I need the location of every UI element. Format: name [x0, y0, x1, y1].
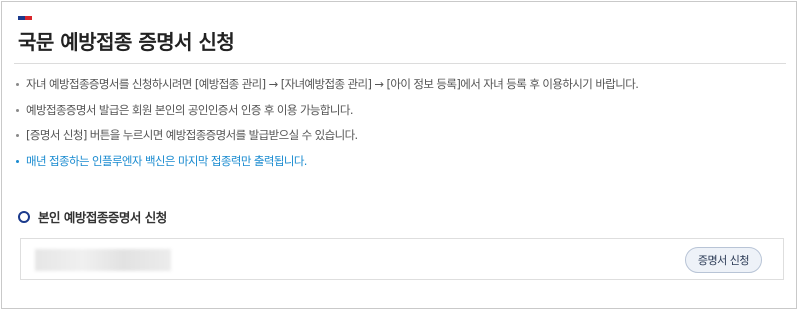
bullet-icon — [16, 134, 19, 137]
section-title: 본인 예방접종증명서 신청 — [38, 210, 167, 225]
apply-certificate-button[interactable]: 증명서 신청 — [684, 247, 762, 273]
title-divider — [14, 63, 786, 64]
content-frame: 국문 예방접종 증명서 신청 자녀 예방접종증명서를 신청하시려면 [예방접종 … — [1, 1, 797, 309]
notice-text: 매년 접종하는 인플루엔자 백신은 마지막 접종력만 출력됩니다. — [26, 153, 307, 168]
bullet-icon — [16, 108, 19, 112]
accent-segment-red — [25, 16, 32, 20]
notice-list: 자녀 예방접종증명서를 신청하시려면 [예방접종 관리] → [자녀예방접종 관… — [14, 77, 639, 180]
section-header: 본인 예방접종증명서 신청 — [18, 207, 167, 226]
page-title: 국문 예방접종 증명서 신청 — [18, 30, 235, 54]
accent-segment-navy — [18, 16, 25, 20]
bullet-icon — [16, 83, 19, 86]
notice-item: [증명서 신청] 버튼을 누르시면 예방접종증명서를 발급받으실 수 있습니다. — [14, 129, 638, 142]
notice-item: 예방접종증명서 발급은 회원 본인의 공인인증서 인증 후 이용 가능합니다. — [14, 102, 638, 117]
circle-bullet-icon — [18, 210, 30, 223]
notice-text: [증명서 신청] 버튼을 누르시면 예방접종증명서를 발급받으실 수 있습니다. — [26, 128, 358, 142]
notice-text: 예방접종증명서 발급은 회원 본인의 공인인증서 인증 후 이용 가능합니다. — [26, 102, 354, 117]
masked-user-name — [35, 249, 171, 271]
bullet-icon — [16, 159, 19, 163]
notice-text: 자녀 예방접종증명서를 신청하시려면 [예방접종 관리] → [자녀예방접종 관… — [26, 77, 639, 91]
notice-item: 자녀 예방접종증명서를 신청하시려면 [예방접종 관리] → [자녀예방접종 관… — [14, 77, 639, 91]
notice-item-highlight: 매년 접종하는 인플루엔자 백신은 마지막 접종력만 출력됩니다. — [14, 153, 638, 168]
title-accent-mark — [18, 16, 32, 20]
certificate-apply-panel: 증명서 신청 — [20, 238, 784, 280]
